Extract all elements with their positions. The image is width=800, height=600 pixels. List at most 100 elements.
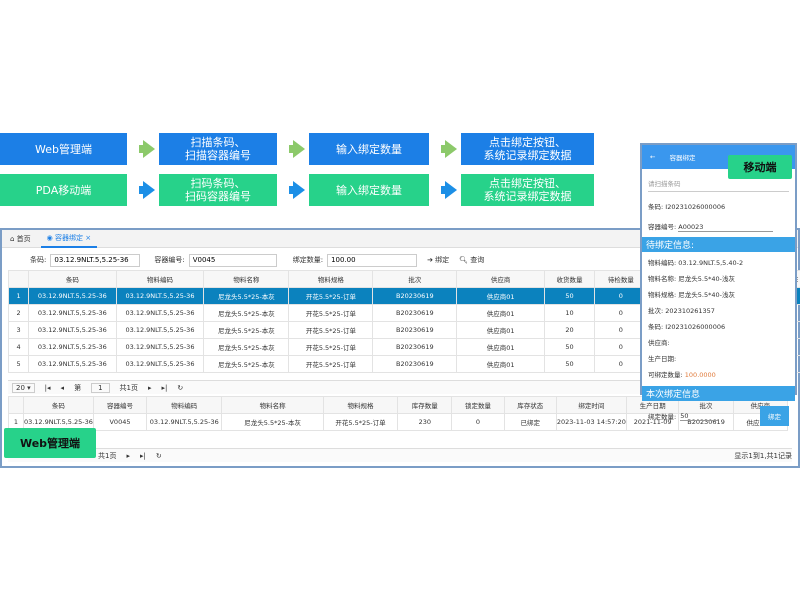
column-header[interactable]: 批次 (372, 270, 458, 288)
column-header[interactable]: 物料名称 (203, 270, 290, 288)
page-input[interactable]: 1 (91, 382, 110, 393)
table-cell: 03.12.9NLT.5,5.25-36 (28, 338, 117, 356)
item-value: 202310261357 (665, 307, 715, 315)
flow-step: 输入绑定数量 (309, 174, 429, 206)
qty-label: 绑定数量: (648, 413, 677, 421)
arrow-icon (289, 140, 305, 158)
tab-label: 容器绑定 (55, 233, 84, 242)
tab-home[interactable]: ⌂ 首页 (10, 234, 31, 244)
table-cell: V0045 (92, 413, 148, 431)
page-size-select[interactable]: 20 ▾ (12, 382, 35, 393)
table-cell: 尼龙头5.5*25-本灰 (203, 355, 290, 373)
table-cell: 03.12.9NLT.5,5.25-36 (146, 413, 223, 431)
column-header[interactable]: 条码 (28, 270, 117, 288)
table-cell: 开花5.5*25-订单 (288, 321, 374, 339)
qty-label: 绑定数量: (292, 256, 324, 264)
bind-label: 绑定 (435, 256, 450, 264)
table-cell: 03.12.9NLT.5,5.25-36 (115, 338, 205, 356)
flow-step: 输入绑定数量 (309, 133, 429, 165)
column-header[interactable]: 收货数量 (543, 270, 596, 288)
table-cell: B20230619 (372, 287, 458, 305)
container-label: 容器编号: (154, 256, 185, 264)
prev-page-icon[interactable]: ◂ (61, 384, 65, 392)
barcode-input[interactable] (50, 253, 141, 267)
column-header[interactable] (7, 270, 30, 288)
table-cell: 03.12.9NLT.5,5.25-36 (28, 321, 117, 339)
next-page-icon[interactable]: ▸ (126, 452, 130, 460)
table-cell: 20 (543, 321, 596, 339)
item-label: 供应商: (648, 339, 670, 347)
barcode-label: 条码: (648, 203, 664, 211)
last-page-icon[interactable]: ▸| (140, 452, 146, 460)
table-cell: 50 (543, 338, 596, 356)
pending-item: 批次: 202310261357 (642, 302, 795, 318)
pending-item: 供应商: (642, 334, 795, 350)
column-header[interactable]: 条码 (22, 396, 94, 414)
column-header[interactable]: 供应商 (456, 270, 545, 288)
item-value: 尼龙头5.5*40-浅灰 (678, 291, 735, 299)
table-cell: 03.12.9NLT.5,5.25-36 (115, 355, 205, 373)
mobile-bind-button[interactable]: 绑定 (760, 406, 789, 426)
pending-item: 物料编码: 03.12.9NLT.5,5.40-2 (642, 254, 795, 270)
column-header[interactable]: 库存数量 (397, 396, 453, 414)
flow-step: 扫描条码、 扫描容器编号 (159, 133, 277, 165)
table-cell: 2023-11-03 14:57:20 (555, 413, 627, 431)
container-input[interactable] (188, 253, 277, 267)
arrow-icon (289, 181, 305, 199)
column-header[interactable]: 物料规格 (322, 396, 399, 414)
refresh-icon[interactable]: ↻ (177, 384, 183, 392)
column-header[interactable]: 物料编码 (146, 396, 223, 414)
table-cell: 5 (7, 355, 30, 373)
barcode-value: I20231026000006 (665, 203, 726, 211)
table-cell: B20230619 (372, 338, 458, 356)
pending-item: 可绑定数量: 100.0000 (642, 366, 795, 382)
query-label: 查询 (470, 256, 485, 264)
qty-input[interactable]: 50 (680, 412, 719, 421)
column-header[interactable]: 物料规格 (288, 270, 374, 288)
flow-step: Web管理端 (0, 133, 127, 165)
first-page-icon[interactable]: |◂ (45, 384, 51, 392)
refresh-icon[interactable]: ↻ (156, 452, 162, 460)
column-header[interactable]: 物料编码 (115, 270, 205, 288)
column-header[interactable]: 容器编号 (92, 396, 148, 414)
table-cell: 供应商01 (456, 287, 545, 305)
table-cell: 50 (543, 287, 596, 305)
query-button[interactable]: 🔍︎ 查询 (459, 255, 484, 265)
table-cell: B20230619 (372, 321, 458, 339)
table-cell: 供应商01 (456, 355, 545, 373)
current-section-title: 本次绑定信息 (642, 386, 795, 401)
table-cell: 供应商01 (456, 338, 545, 356)
table-cell: 供应商01 (456, 304, 545, 322)
qty-input[interactable] (327, 253, 418, 267)
pending-item: 生产日期: (642, 350, 795, 366)
arrow-icon (441, 181, 457, 199)
bind-button[interactable]: ➔ 绑定 (427, 255, 449, 265)
table-cell: 1 (7, 287, 30, 305)
table-cell: 开花5.5*25-订单 (288, 287, 374, 305)
back-icon[interactable]: ← (650, 153, 655, 161)
table-cell: 供应商01 (456, 321, 545, 339)
table-cell: 3 (7, 321, 30, 339)
column-header[interactable] (8, 396, 24, 414)
item-label: 生产日期: (648, 355, 677, 363)
next-page-icon[interactable]: ▸ (148, 384, 152, 392)
tab-container-bind[interactable]: ◉ 容器绑定 × (40, 230, 98, 248)
item-label: 可绑定数量: (648, 371, 683, 379)
column-header[interactable]: 物料名称 (221, 396, 324, 414)
flow-step: 点击绑定按钮、 系统记录绑定数据 (461, 174, 594, 206)
column-header[interactable]: 绑定时间 (555, 396, 627, 414)
column-header[interactable]: 锁定数量 (451, 396, 505, 414)
table-cell: 尼龙头5.5*25-本灰 (203, 321, 290, 339)
container-input[interactable]: A00023 (678, 223, 774, 232)
arrow-icon (139, 140, 155, 158)
flow-step: PDA移动端 (0, 174, 127, 206)
table-cell: 10 (543, 304, 596, 322)
table-cell: 03.12.9NLT.5,5.25-36 (115, 304, 205, 322)
flow-row-web: Web管理端 扫描条码、 扫描容器编号 输入绑定数量 点击绑定按钮、 系统记录绑… (0, 133, 594, 165)
record-summary: 显示1到1,共1记录 (734, 451, 792, 460)
last-page-icon[interactable]: ▸| (162, 384, 168, 392)
item-label: 物料编码: (648, 259, 677, 267)
item-label: 物料名称: (648, 275, 677, 283)
column-header[interactable]: 库存状态 (503, 396, 557, 414)
close-icon[interactable]: × (85, 234, 91, 242)
